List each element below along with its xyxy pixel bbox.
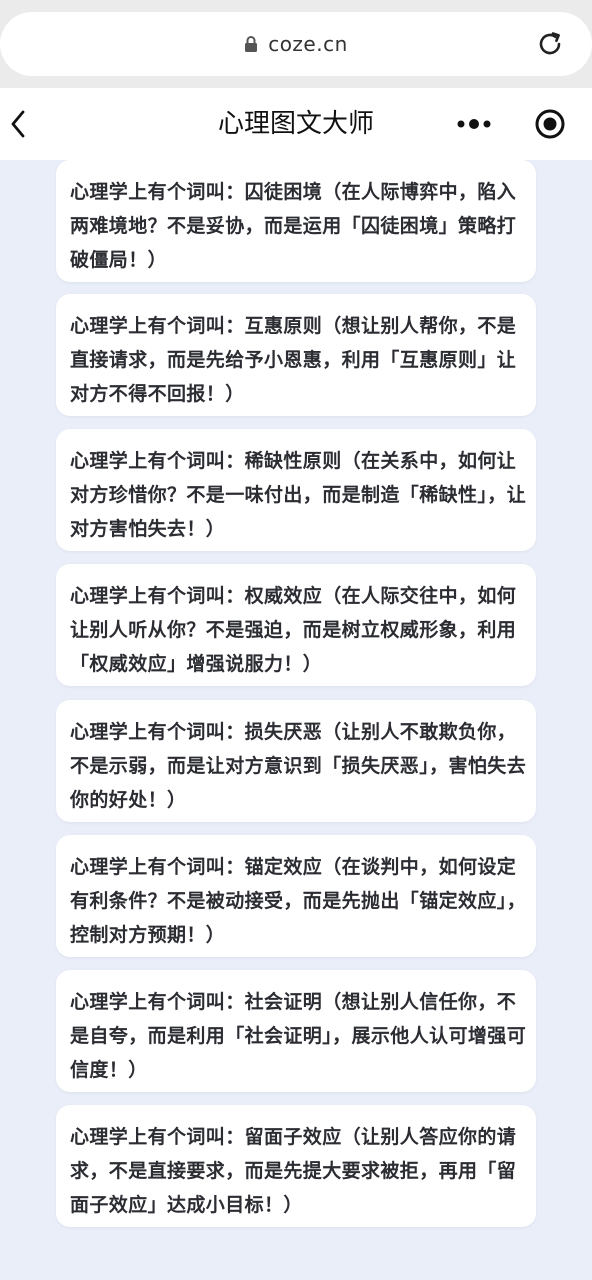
list-item[interactable]: 心理学上有个词叫：囚徒困境（在人际博弈中，陷入两难境地？不是妥协，而是运用「囚徒…: [56, 160, 536, 282]
reload-icon[interactable]: [534, 28, 566, 60]
target-circle-icon[interactable]: [534, 108, 566, 140]
mini-program-nav-bar: 心理图文大师: [0, 88, 592, 160]
card-text: 心理学上有个词叫：留面子效应（让别人答应你的请求，不是直接要求，而是先提大要求被…: [70, 1126, 517, 1216]
list-item[interactable]: 心理学上有个词叫：权威效应（在人际交往中，如何让别人听从你？不是强迫，而是树立权…: [56, 564, 536, 686]
more-dots-icon[interactable]: [456, 114, 492, 134]
mini-program-capsule: [446, 104, 566, 144]
address-display[interactable]: coze.cn: [0, 12, 592, 76]
browser-chrome: coze.cn: [0, 0, 592, 88]
url-text: coze.cn: [268, 32, 348, 56]
list-item[interactable]: 心理学上有个词叫：稀缺性原则（在关系中，如何让对方珍惜你？不是一味付出，而是制造…: [56, 429, 536, 551]
list-item[interactable]: 心理学上有个词叫：社会证明（想让别人信任你，不是自夸，而是利用「社会证明」，展示…: [56, 970, 536, 1092]
card-text: 心理学上有个词叫：损失厌恶（让别人不敢欺负你，不是示弱，而是让对方意识到「损失厌…: [70, 721, 527, 811]
list-item[interactable]: 心理学上有个词叫：留面子效应（让别人答应你的请求，不是直接要求，而是先提大要求被…: [56, 1105, 536, 1227]
card-text: 心理学上有个词叫：互惠原则（想让别人帮你，不是直接请求，而是先给予小恩惠，利用「…: [70, 315, 517, 405]
address-bar[interactable]: coze.cn: [0, 12, 592, 76]
lock-icon: [245, 35, 258, 52]
card-text: 心理学上有个词叫：锚定效应（在谈判中，如何设定有利条件？不是被动接受，而是先抛出…: [70, 856, 527, 946]
card-text: 心理学上有个词叫：权威效应（在人际交往中，如何让别人听从你？不是强迫，而是树立权…: [70, 585, 517, 675]
list-item[interactable]: 心理学上有个词叫：互惠原则（想让别人帮你，不是直接请求，而是先给予小恩惠，利用「…: [56, 294, 536, 416]
card-text: 心理学上有个词叫：囚徒困境（在人际博弈中，陷入两难境地？不是妥协，而是运用「囚徒…: [70, 181, 517, 271]
card-text: 心理学上有个词叫：稀缺性原则（在关系中，如何让对方珍惜你？不是一味付出，而是制造…: [70, 450, 527, 540]
card-text: 心理学上有个词叫：社会证明（想让别人信任你，不是自夸，而是利用「社会证明」，展示…: [70, 991, 527, 1081]
card-list: 心理学上有个词叫：囚徒困境（在人际博弈中，陷入两难境地？不是妥协，而是运用「囚徒…: [0, 160, 592, 1280]
list-item[interactable]: 心理学上有个词叫：锚定效应（在谈判中，如何设定有利条件？不是被动接受，而是先抛出…: [56, 835, 536, 957]
list-item[interactable]: 心理学上有个词叫：损失厌恶（让别人不敢欺负你，不是示弱，而是让对方意识到「损失厌…: [56, 700, 536, 822]
